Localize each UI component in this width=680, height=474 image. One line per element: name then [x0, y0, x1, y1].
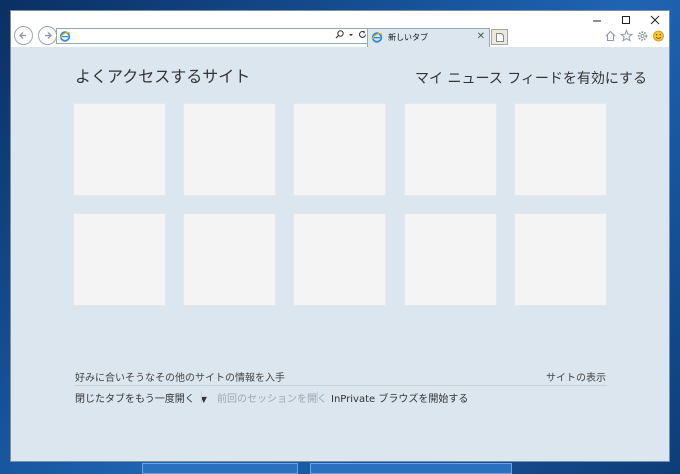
home-icon	[605, 30, 616, 42]
show-sites-link[interactable]: サイトの表示	[546, 369, 606, 384]
favorites-icon	[619, 29, 634, 42]
site-tile-3[interactable]	[293, 103, 386, 196]
frequent-sites-heading: よくアクセスするサイト	[75, 67, 251, 86]
ie-window: 新しいタブ ✕ よくアクセスするサイト マイ ニュース フィードを有効にする 好…	[10, 10, 670, 462]
dropdown-icon[interactable]	[348, 30, 354, 39]
taskbar-window-2[interactable]	[310, 463, 512, 474]
tab-new-tab[interactable]: 新しいタブ ✕	[367, 28, 490, 47]
site-tile-9[interactable]	[404, 213, 497, 306]
ie-logo-icon	[59, 31, 71, 42]
close-tab-icon[interactable]: ✕	[477, 31, 485, 42]
favorites-button[interactable]	[619, 28, 634, 42]
tab-label: 新しいタブ	[388, 33, 428, 42]
refresh-icon[interactable]	[358, 30, 367, 39]
settings-icon	[637, 31, 648, 41]
forward-button[interactable]	[38, 26, 57, 45]
search-icon[interactable]	[335, 30, 344, 39]
site-tile-4[interactable]	[404, 103, 497, 196]
title-bar: 新しいタブ ✕	[11, 11, 669, 47]
close-icon	[650, 15, 660, 25]
taskbar-window-1[interactable]	[142, 463, 298, 474]
minimize-icon	[593, 20, 601, 22]
maximize-button[interactable]	[611, 11, 641, 29]
reopen-last-session-link: 前回のセッションを開く	[217, 394, 327, 405]
address-bar[interactable]	[56, 28, 371, 44]
link-separator	[317, 391, 318, 403]
ie-logo-icon	[371, 32, 383, 43]
feedback-button[interactable]	[652, 28, 665, 42]
site-tile-1[interactable]	[73, 103, 166, 196]
forward-icon	[45, 32, 52, 39]
site-tile-7[interactable]	[183, 213, 276, 306]
settings-button[interactable]	[636, 28, 649, 42]
site-tile-5[interactable]	[514, 103, 607, 196]
site-tile-8[interactable]	[293, 213, 386, 306]
site-tile-6[interactable]	[73, 213, 166, 306]
reopen-closed-tabs-link[interactable]: 閉じたタブをもう一度開く ▼	[75, 390, 207, 405]
new-tab-icon	[495, 33, 504, 42]
link-separator	[201, 391, 202, 403]
new-tab-button[interactable]	[491, 29, 508, 45]
reopen-closed-tabs-label: 閉じたタブをもう一度開く	[75, 394, 195, 405]
back-icon	[19, 32, 26, 39]
start-inprivate-link[interactable]: InPrivate ブラウズを開始する	[331, 390, 468, 405]
minimize-button[interactable]	[582, 11, 612, 29]
enable-news-feed-link[interactable]: マイ ニュース フィードを有効にする	[415, 68, 647, 88]
feedback-smiley-icon	[653, 30, 664, 42]
site-tile-10[interactable]	[514, 213, 607, 306]
close-button[interactable]	[640, 11, 670, 29]
suggested-sites-text: 好みに合いそうなその他のサイトの情報を入手	[75, 373, 285, 384]
footer-divider	[75, 385, 607, 386]
maximize-icon	[622, 16, 630, 24]
site-tile-2[interactable]	[183, 103, 276, 196]
home-button[interactable]	[604, 28, 617, 42]
back-button[interactable]	[14, 26, 33, 45]
